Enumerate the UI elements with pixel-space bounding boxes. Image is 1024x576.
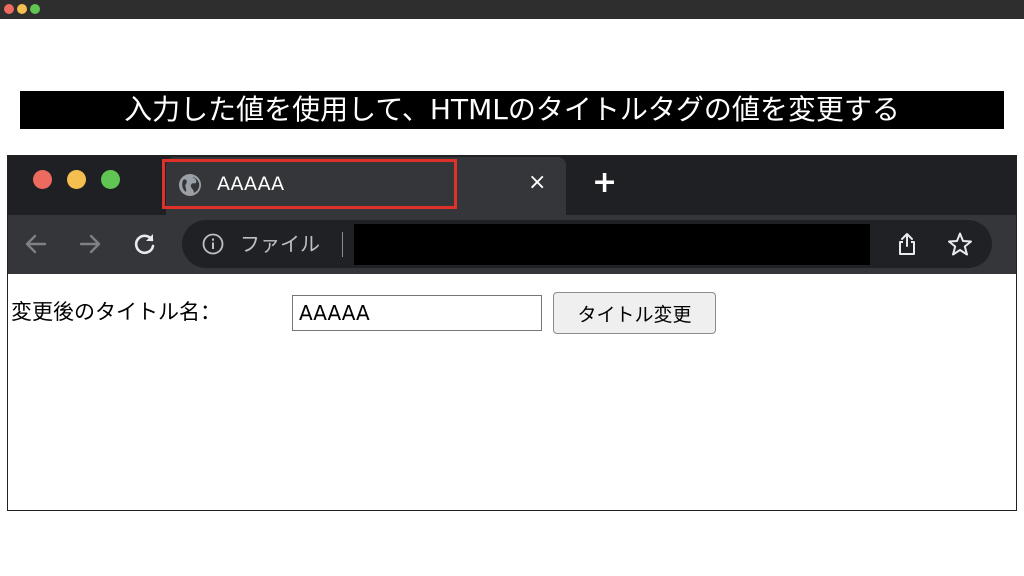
- close-window-button[interactable]: [33, 170, 52, 189]
- browser-window: AAAAA × + ファイル 変更後のタイトル名： AAAAA タイトル変更: [7, 155, 1017, 511]
- forward-arrow-icon[interactable]: [77, 231, 103, 261]
- title-input[interactable]: [292, 295, 542, 331]
- outer-minimize-dot[interactable]: [17, 4, 27, 14]
- browser-toolbar: ファイル: [8, 215, 1016, 274]
- new-tab-button[interactable]: +: [592, 167, 617, 199]
- tab-close-icon[interactable]: ×: [528, 171, 546, 195]
- minimize-window-button[interactable]: [67, 170, 86, 189]
- outer-close-dot[interactable]: [4, 4, 14, 14]
- page-content: 変更後のタイトル名： タイトル変更: [8, 274, 1016, 510]
- share-icon[interactable]: [895, 231, 919, 261]
- caption-banner: 入力した値を使用して、HTMLのタイトルタグの値を変更する: [20, 91, 1004, 129]
- tab-highlight-box: [162, 159, 457, 209]
- outer-maximize-dot[interactable]: [30, 4, 40, 14]
- address-scheme-label: ファイル: [240, 232, 320, 256]
- back-arrow-icon[interactable]: [23, 231, 49, 261]
- address-separator: [342, 232, 343, 257]
- tab-title: AAAAA: [217, 173, 285, 195]
- globe-icon: [178, 173, 202, 201]
- info-icon[interactable]: [202, 233, 224, 259]
- change-title-button[interactable]: タイトル変更: [553, 292, 716, 334]
- address-bar[interactable]: ファイル: [182, 220, 992, 268]
- outer-titlebar: [0, 0, 1024, 19]
- title-label: 変更後のタイトル名：: [11, 300, 221, 324]
- tab-strip: AAAAA × +: [8, 156, 1016, 215]
- reload-icon[interactable]: [132, 231, 158, 261]
- maximize-window-button[interactable]: [101, 170, 120, 189]
- redacted-url: [354, 224, 870, 265]
- star-icon[interactable]: [947, 231, 973, 261]
